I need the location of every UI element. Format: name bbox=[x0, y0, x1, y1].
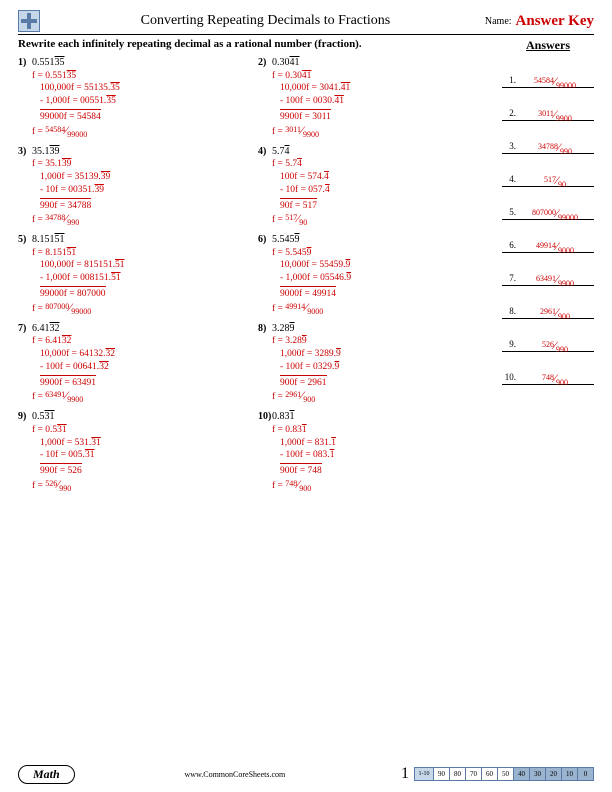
footer: Math www.CommonCoreSheets.com 1 1-10 908… bbox=[18, 764, 594, 784]
answer-number: 3. bbox=[502, 141, 516, 153]
answer-row: 4.517⁄90 bbox=[502, 158, 594, 187]
problem-work: f = 0.304110,000f = 3041.41- 100f = 0030… bbox=[272, 70, 488, 139]
problem-work: f = 5.74100f = 574.4- 10f = 057.490f = 5… bbox=[272, 158, 488, 227]
answer-number: 8. bbox=[502, 306, 516, 318]
answer-number: 7. bbox=[502, 273, 516, 285]
math-badge: Math bbox=[18, 765, 75, 784]
page-number: 1 bbox=[395, 765, 415, 783]
answer-fraction: 2961⁄900 bbox=[516, 306, 594, 318]
answer-fraction: 63491⁄9900 bbox=[516, 273, 594, 285]
problem-number: 10) bbox=[258, 410, 272, 424]
answer-fraction: 54584⁄99000 bbox=[516, 75, 594, 87]
answers-panel: Answers 1.54584⁄99000 2.3011⁄9900 3.34788⁄… bbox=[502, 38, 594, 389]
problem: 1)0.55135f = 0.55135100,000f = 55135.35-… bbox=[18, 56, 248, 139]
answer-row: 9.526⁄990 bbox=[502, 323, 594, 352]
problem-decimal: 5.5459 bbox=[272, 233, 300, 247]
problem-number: 1) bbox=[18, 56, 32, 70]
instruction: Rewrite each infinitely repeating decima… bbox=[18, 38, 362, 50]
answers-title: Answers bbox=[502, 38, 594, 53]
problem-work: f = 35.1391,000f = 35139.39- 10f = 00351… bbox=[32, 158, 248, 227]
plus-icon bbox=[18, 10, 40, 32]
answer-number: 2. bbox=[502, 108, 516, 120]
problem-number: 7) bbox=[18, 322, 32, 336]
answer-number: 9. bbox=[502, 339, 516, 351]
problem-work: f = 8.15151100,000f = 815151.51- 1,000f … bbox=[32, 247, 248, 316]
answer-number: 5. bbox=[502, 207, 516, 219]
worksheet-title: Converting Repeating Decimals to Fractio… bbox=[46, 13, 485, 29]
answer-fraction: 748⁄900 bbox=[516, 372, 594, 384]
answer-number: 1. bbox=[502, 75, 516, 87]
answer-row: 6.49914⁄9000 bbox=[502, 224, 594, 253]
grade-cell: 90 bbox=[433, 767, 450, 781]
problem-decimal: 3.289 bbox=[272, 322, 295, 336]
header-rule bbox=[18, 34, 594, 35]
name-label: Name: bbox=[485, 16, 512, 27]
problem: 8)3.289f = 3.2891,000f = 3289.9- 100f = … bbox=[258, 322, 488, 405]
answer-row: 1.54584⁄99000 bbox=[502, 59, 594, 88]
grade-cell: 60 bbox=[481, 767, 498, 781]
grade-cell: 50 bbox=[497, 767, 514, 781]
problem-decimal: 6.4132 bbox=[32, 322, 60, 336]
problem: 9)0.531f = 0.5311,000f = 531.31- 10f = 0… bbox=[18, 410, 248, 493]
problems-grid: 1)0.55135f = 0.55135100,000f = 55135.35-… bbox=[18, 56, 488, 493]
problem-number: 2) bbox=[258, 56, 272, 70]
problem-work: f = 3.2891,000f = 3289.9- 100f = 0329.99… bbox=[272, 335, 488, 404]
answer-number: 6. bbox=[502, 240, 516, 252]
header: Converting Repeating Decimals to Fractio… bbox=[18, 8, 594, 34]
problem-number: 6) bbox=[258, 233, 272, 247]
problem-decimal: 35.139 bbox=[32, 145, 60, 159]
problem: 3)35.139f = 35.1391,000f = 35139.39- 10f… bbox=[18, 145, 248, 228]
answer-row: 10.748⁄900 bbox=[502, 356, 594, 385]
problem: 10)0.831f = 0.8311,000f = 831.1- 100f = … bbox=[258, 410, 488, 493]
answer-row: 7.63491⁄9900 bbox=[502, 257, 594, 286]
answer-number: 4. bbox=[502, 174, 516, 186]
problem-number: 9) bbox=[18, 410, 32, 424]
answer-fraction: 3011⁄9900 bbox=[516, 108, 594, 120]
problem-work: f = 5.545910,000f = 55459.9- 1,000f = 05… bbox=[272, 247, 488, 316]
problem-decimal: 0.531 bbox=[32, 410, 55, 424]
answer-row: 8.2961⁄900 bbox=[502, 290, 594, 319]
problem: 2)0.3041f = 0.304110,000f = 3041.41- 100… bbox=[258, 56, 488, 139]
problem-decimal: 0.831 bbox=[272, 410, 295, 424]
grade-cell: 70 bbox=[465, 767, 482, 781]
problem-work: f = 6.413210,000f = 64132.32- 100f = 006… bbox=[32, 335, 248, 404]
answer-fraction: 807000⁄99000 bbox=[516, 207, 594, 219]
answer-row: 3.34788⁄990 bbox=[502, 125, 594, 154]
answer-number: 10. bbox=[502, 372, 516, 384]
grade-cell: 80 bbox=[449, 767, 466, 781]
grade-label: 1-10 bbox=[414, 767, 434, 781]
problem-number: 4) bbox=[258, 145, 272, 159]
grade-strip: 1-10 9080706050403020100 bbox=[415, 767, 594, 781]
problem-work: f = 0.55135100,000f = 55135.35- 1,000f =… bbox=[32, 70, 248, 139]
problem: 4)5.74f = 5.74100f = 574.4- 10f = 057.49… bbox=[258, 145, 488, 228]
problem-number: 8) bbox=[258, 322, 272, 336]
answer-row: 5.807000⁄99000 bbox=[502, 191, 594, 220]
answer-fraction: 526⁄990 bbox=[516, 339, 594, 351]
answer-key-label: Answer Key bbox=[516, 13, 594, 30]
problem: 6)5.5459f = 5.545910,000f = 55459.9- 1,0… bbox=[258, 233, 488, 316]
grade-cell: 10 bbox=[561, 767, 578, 781]
problem-work: f = 0.5311,000f = 531.31- 10f = 005.3199… bbox=[32, 424, 248, 493]
problem: 5)8.15151f = 8.15151100,000f = 815151.51… bbox=[18, 233, 248, 316]
problem-number: 5) bbox=[18, 233, 32, 247]
footer-url: www.CommonCoreSheets.com bbox=[75, 770, 395, 779]
worksheet-page: Converting Repeating Decimals to Fractio… bbox=[0, 0, 612, 792]
grade-cell: 30 bbox=[529, 767, 546, 781]
problem-decimal: 0.3041 bbox=[272, 56, 300, 70]
problem: 7)6.4132f = 6.413210,000f = 64132.32- 10… bbox=[18, 322, 248, 405]
answer-row: 2.3011⁄9900 bbox=[502, 92, 594, 121]
answer-fraction: 517⁄90 bbox=[516, 174, 594, 186]
problem-number: 3) bbox=[18, 145, 32, 159]
problem-decimal: 5.74 bbox=[272, 145, 290, 159]
grade-cell: 40 bbox=[513, 767, 530, 781]
grade-cell: 0 bbox=[577, 767, 594, 781]
answer-fraction: 49914⁄9000 bbox=[516, 240, 594, 252]
grade-cell: 20 bbox=[545, 767, 562, 781]
problem-decimal: 8.15151 bbox=[32, 233, 65, 247]
answer-fraction: 34788⁄990 bbox=[516, 141, 594, 153]
problem-work: f = 0.8311,000f = 831.1- 100f = 083.1900… bbox=[272, 424, 488, 493]
problem-decimal: 0.55135 bbox=[32, 56, 65, 70]
